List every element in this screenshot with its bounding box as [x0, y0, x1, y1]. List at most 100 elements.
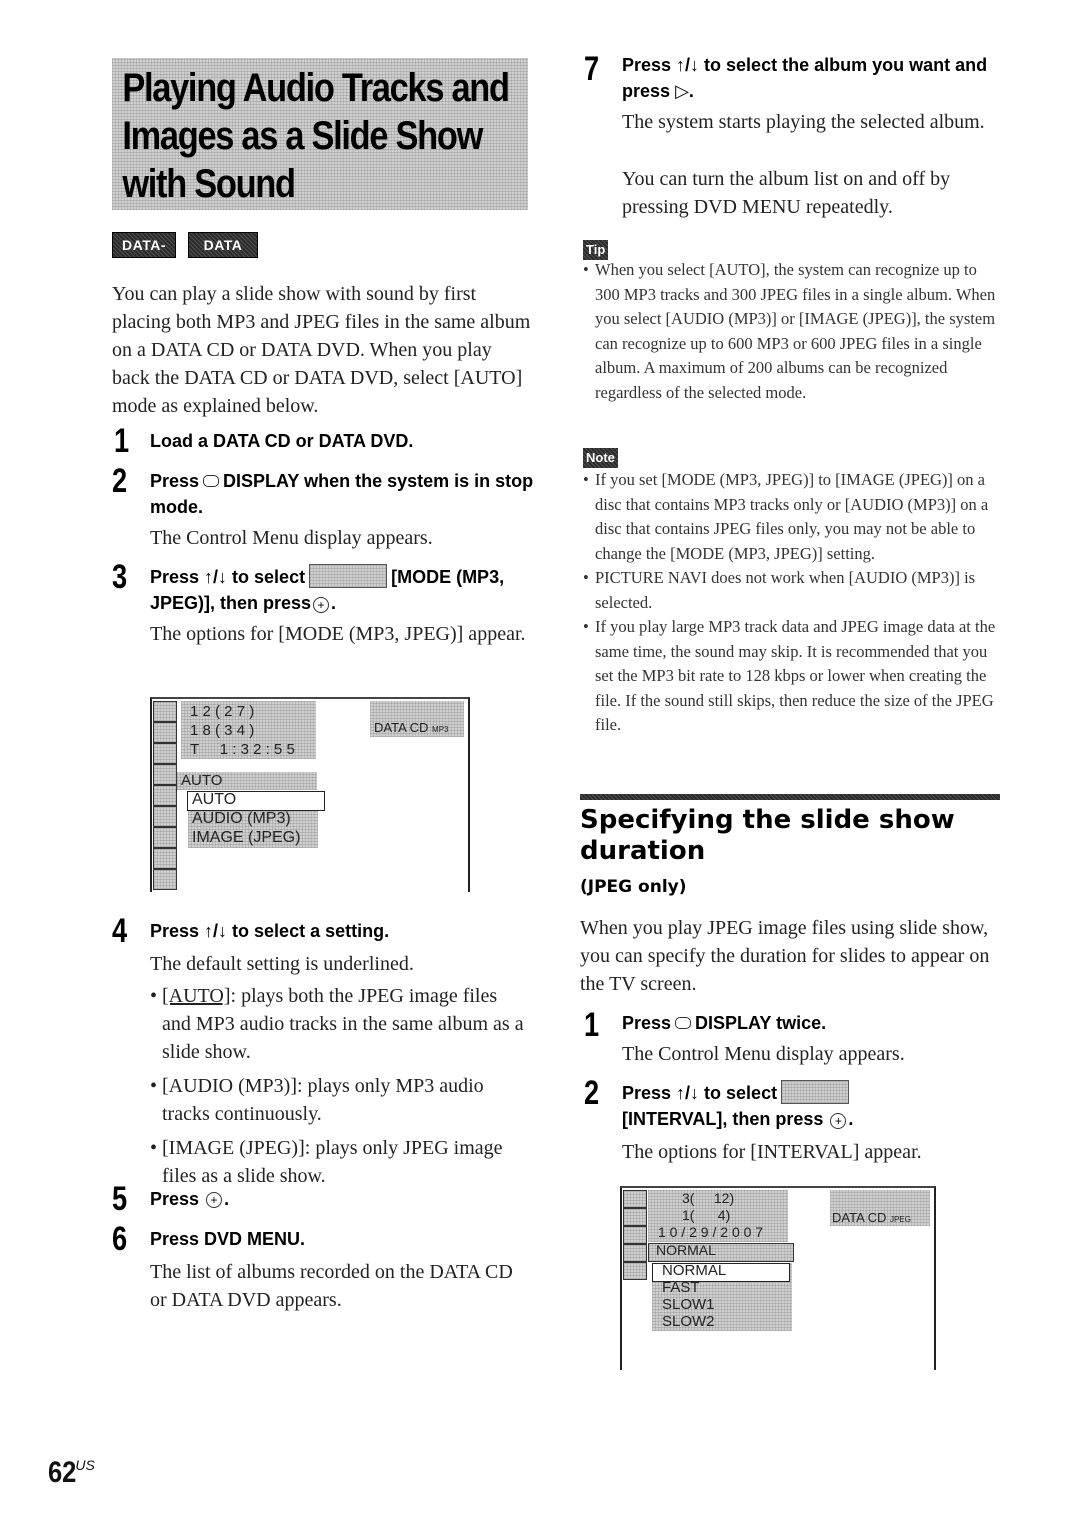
step-number: 1 — [114, 422, 130, 460]
note-list: If you set [MODE (MP3, JPEG)] to [IMAGE … — [583, 468, 1001, 738]
option-item[interactable]: IMAGE (JPEG) — [192, 828, 300, 847]
step-heading: Press ↑/↓ to select [INTERVAL], then pres… — [622, 1080, 1002, 1132]
step-body: The options for [INTERVAL] appear. — [622, 1141, 922, 1163]
menu-item-icon — [623, 1190, 647, 1208]
step-body: The Control Menu display appears. — [150, 527, 433, 549]
step-number: 2 — [112, 462, 128, 500]
step-body: The Control Menu display appears. — [622, 1043, 905, 1065]
interval-menu-icon — [781, 1080, 850, 1105]
step-number: 2 — [584, 1074, 600, 1112]
screen-info-row: 3( 12) — [682, 1190, 735, 1206]
step-heading-text: Press ↑/↓ to select — [150, 567, 306, 587]
tip-label: Tip — [583, 240, 609, 260]
step-heading: Load a DATA CD or DATA DVD. — [150, 431, 414, 451]
step-heading: Press ↑/↓ to select the album you want a… — [622, 52, 1002, 104]
current-setting: AUTO — [181, 772, 223, 789]
menu-item-icon — [153, 806, 177, 827]
step-body: You can turn the album list on and off b… — [622, 168, 951, 218]
menu-item-icon — [153, 848, 177, 869]
step-heading: Press ↑/↓ to select a setting. — [150, 921, 390, 941]
menu-icon-column — [623, 1190, 647, 1280]
option-item[interactable]: NORMAL — [662, 1262, 726, 1279]
page-region-suffix: US — [75, 1457, 95, 1473]
menu-item-icon — [623, 1208, 647, 1226]
tip-item: When you select [AUTO], the system can r… — [583, 258, 1001, 405]
section-divider — [580, 794, 1000, 800]
option-item[interactable]: AUTO — [192, 790, 236, 809]
display-button-icon — [203, 475, 220, 488]
menu-item-icon — [153, 743, 177, 764]
data-dvd-badge: DATA DVD — [188, 232, 258, 277]
step-heading: Press DVD MENU. — [150, 1229, 306, 1249]
note-label: Note — [583, 448, 618, 468]
menu-item-icon — [623, 1244, 647, 1262]
step-number: 3 — [112, 558, 128, 596]
menu-item-icon — [153, 701, 177, 722]
data-cd-badge: DATA-CD — [112, 232, 176, 277]
step-heading-text: Press ↑/↓ to select — [622, 1083, 778, 1103]
menu-item-icon — [153, 869, 177, 890]
option-item[interactable]: AUDIO (MP3) — [192, 809, 291, 828]
menu-item-icon — [153, 785, 177, 806]
step-heading: Press +. — [150, 1186, 229, 1212]
step-body: The default setting is underlined. — [150, 953, 414, 975]
enter-button-icon: + — [830, 1112, 847, 1129]
section-intro: When you play JPEG image files using sli… — [580, 917, 990, 995]
disc-type-label: DATA CD JPEG — [832, 1210, 911, 1225]
step-number: 6 — [112, 1220, 128, 1258]
note-item: If you play large MP3 track data and JPE… — [583, 615, 1001, 738]
step-body: The options for [MODE (MP3, JPEG)] appea… — [150, 623, 526, 645]
option-item[interactable]: FAST — [662, 1279, 700, 1296]
step-heading: Press DISPLAY when the system is in stop … — [150, 468, 540, 520]
play-button-icon: ▷ — [675, 81, 689, 101]
page-number-value: 62 — [48, 1456, 77, 1489]
setting-option: [AUDIO (MP3)]: plays only MP3 audio trac… — [150, 1072, 530, 1128]
step-number: 4 — [112, 912, 128, 950]
menu-item-icon — [623, 1262, 647, 1280]
menu-icon-column — [153, 701, 177, 890]
page-title-banner: Playing Audio Tracks and Images as a Sli… — [112, 58, 528, 210]
option-item[interactable]: SLOW1 — [662, 1296, 715, 1313]
step-number: 5 — [112, 1180, 128, 1218]
menu-item-icon — [623, 1226, 647, 1244]
intro-paragraph: You can play a slide show with sound by … — [112, 283, 531, 417]
screen-info-row: 1( 4) — [682, 1207, 731, 1223]
setting-options-list: [AUTO]: plays both the JPEG image files … — [150, 982, 530, 1190]
page-title-line: with Sound — [122, 162, 296, 206]
note-item: PICTURE NAVI does not work when [AUDIO (… — [583, 566, 1001, 615]
control-menu-screen-interval: 3( 12) 1( 4) 1 0 / 2 9 / 2 0 0 7 DATA CD… — [620, 1186, 936, 1370]
step-heading-text: Press — [150, 471, 200, 491]
step-heading-text: DISPLAY twice. — [695, 1013, 827, 1033]
section-subheading: (JPEG only) — [580, 877, 687, 897]
screen-info-row: 1 2 ( 2 7 ) — [190, 703, 255, 720]
setting-option: [IMAGE (JPEG)]: plays only JPEG image fi… — [150, 1134, 530, 1190]
current-setting: NORMAL — [656, 1242, 716, 1258]
step-heading: Press ↑/↓ to select [MODE (MP3, JPEG)], t… — [150, 564, 540, 616]
screen-info-row: 1 8 ( 3 4 ) — [190, 722, 255, 739]
option-item[interactable]: SLOW2 — [662, 1313, 715, 1330]
screen-info-row: T 1 : 3 2 : 5 5 — [190, 741, 295, 758]
display-button-icon — [675, 1017, 692, 1030]
menu-item-icon — [153, 764, 177, 785]
page-title-line: Images as a Slide Show — [122, 114, 483, 158]
setting-option: [AUTO]: plays both the JPEG image files … — [150, 982, 530, 1066]
punctuation: . — [224, 1189, 230, 1209]
menu-item-icon — [153, 827, 177, 848]
menu-item-icon — [153, 722, 177, 743]
note-item: If you set [MODE (MP3, JPEG)] to [IMAGE … — [583, 468, 1001, 566]
step-heading-text: Press — [150, 1189, 200, 1209]
page-title-line: Playing Audio Tracks and — [122, 66, 510, 110]
step-body: The list of albums recorded on the DATA … — [150, 1261, 513, 1311]
step-number: 7 — [584, 50, 600, 88]
enter-button-icon: + — [206, 1192, 223, 1209]
section-heading: Specifying the slide show duration — [580, 805, 955, 866]
punctuation: . — [688, 81, 694, 101]
step-number: 1 — [584, 1006, 600, 1044]
tip-list: When you select [AUTO], the system can r… — [583, 258, 1001, 405]
screen-info-row: 1 0 / 2 9 / 2 0 0 7 — [658, 1224, 764, 1240]
mode-mp3-jpeg-menu-icon — [309, 564, 388, 589]
disc-type-label: DATA CD MP3 — [374, 720, 449, 735]
step-heading-text: Press — [622, 1013, 672, 1033]
control-menu-screen-mode: 1 2 ( 2 7 ) 1 8 ( 3 4 ) T 1 : 3 2 : 5 5 … — [150, 697, 470, 892]
step-body: The system starts playing the selected a… — [622, 111, 985, 133]
